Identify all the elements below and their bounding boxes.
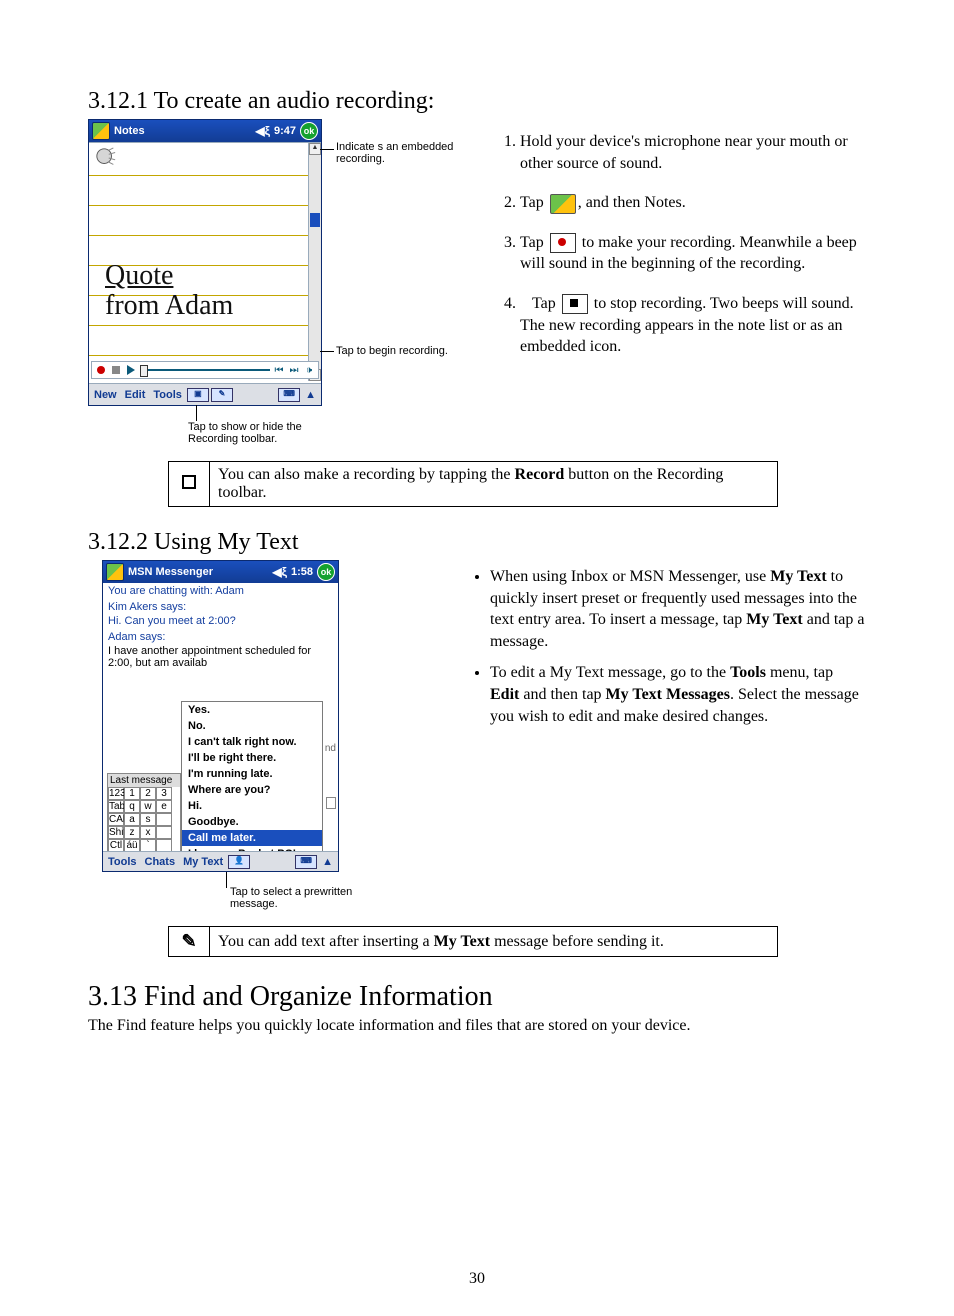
scrollbar-vertical[interactable]: ▲ ▼ xyxy=(308,143,321,381)
steps-list-3-12-1: Hold your device's microphone near your … xyxy=(498,131,866,358)
embedded-recording-icon[interactable] xyxy=(95,147,117,169)
record-button[interactable] xyxy=(95,364,107,376)
bullets-3-12-2: When using Inbox or MSN Messenger, use M… xyxy=(468,566,866,727)
page-number: 30 xyxy=(0,1270,954,1288)
mytext-option[interactable]: Yes. xyxy=(182,702,322,718)
start-icon-inline xyxy=(550,194,576,214)
callout-embedded: Indicate s an embedded recording. xyxy=(336,141,454,165)
adam-says-label: Adam says: xyxy=(103,629,338,645)
pencil-icon: ✎ xyxy=(181,931,196,951)
heading-3-12-2: 3.12.2 Using My Text xyxy=(88,529,866,556)
keyboard-icon[interactable]: ⌨ xyxy=(278,388,300,402)
stop-icon xyxy=(182,475,196,489)
record-icon-inline xyxy=(550,233,576,253)
speaker-icon[interactable]: ◀ξ xyxy=(272,565,287,579)
last-message-label: Last message xyxy=(108,774,180,787)
rewind-button[interactable]: ⏮ xyxy=(273,364,285,376)
recording-toolbar: ⏮ ⏭ 🕩 xyxy=(91,361,319,379)
notes-canvas[interactable]: Quote from Adam ▲ ▼ xyxy=(89,142,321,381)
adam-msg: I have another appointment scheduled for… xyxy=(103,645,338,671)
menu-new[interactable]: New xyxy=(91,389,120,401)
kb-row-2[interactable]: Tabqwe xyxy=(108,800,180,813)
recording-toolbar-toggle-icon[interactable]: ▣ xyxy=(187,388,209,402)
step-3: Tap to make your recording. Meanwhile a … xyxy=(520,232,866,275)
bullet-2: To edit a My Text message, go to the Too… xyxy=(490,662,866,727)
bullet-1: When using Inbox or MSN Messenger, use M… xyxy=(490,566,866,652)
buddy-icon[interactable]: 👤 xyxy=(228,855,250,869)
callout-tap-show: Tap to show or hide the Recording toolba… xyxy=(188,421,318,445)
keyboard-icon[interactable]: ⌨ xyxy=(295,855,317,869)
stop-icon-inline xyxy=(562,294,588,314)
step-2: Tap , and then Notes. xyxy=(520,192,866,214)
mytext-popup[interactable]: Yes. No. I can't talk right now. I'll be… xyxy=(181,701,323,863)
msn-figure: MSN Messenger ◀ξ 1:58 ok You are chattin… xyxy=(88,560,428,920)
scroll-handle-icon[interactable] xyxy=(326,797,336,809)
msn-menubar: Tools Chats My Text 👤 ⌨ ▲ xyxy=(103,851,338,871)
ok-button[interactable]: ok xyxy=(300,122,318,140)
menu-tools[interactable]: Tools xyxy=(150,389,185,401)
body-3-13: The Find feature helps you quickly locat… xyxy=(88,1017,866,1035)
keyboard-fragment[interactable]: Last message 123123 Tabqwe CAPas Shiftzx… xyxy=(107,773,181,853)
speaker-icon[interactable]: ◀ξ xyxy=(255,124,270,138)
kb-row-1[interactable]: 123123 xyxy=(108,787,180,800)
kb-row-3[interactable]: CAPas xyxy=(108,813,180,826)
menu-chats[interactable]: Chats xyxy=(142,856,179,868)
start-icon[interactable] xyxy=(92,122,110,140)
step-1: Hold your device's microphone near your … xyxy=(520,131,866,174)
mytext-option[interactable]: Where are you? xyxy=(182,782,322,798)
callout-select-prewritten: Tap to select a prewritten message. xyxy=(230,886,360,910)
kim-says-label: Kim Akers says: xyxy=(103,599,338,615)
kim-msg: Hi. Can you meet at 2:00? xyxy=(103,615,338,629)
volume-button[interactable]: 🕩 xyxy=(303,364,315,376)
kb-row-4[interactable]: Shiftzx xyxy=(108,826,180,839)
menu-tools[interactable]: Tools xyxy=(105,856,140,868)
nd-fragment: nd xyxy=(325,743,336,754)
msn-titlebar: MSN Messenger ◀ξ 1:58 ok xyxy=(103,561,338,583)
caret-up-icon[interactable]: ▲ xyxy=(319,856,336,868)
play-button[interactable] xyxy=(125,364,137,376)
step-4: Tap to stop recording. Two beeps will so… xyxy=(520,293,866,358)
notes-device: Notes ◀ξ 9:47 ok xyxy=(88,119,322,406)
stop-button[interactable] xyxy=(110,364,122,376)
clock: 1:58 xyxy=(291,566,313,578)
note-box-3-12-1: You can also make a recording by tapping… xyxy=(168,461,778,507)
menu-mytext[interactable]: My Text xyxy=(180,856,226,868)
chat-body: You are chatting with: Adam Kim Akers sa… xyxy=(103,583,338,849)
msn-device: MSN Messenger ◀ξ 1:58 ok You are chattin… xyxy=(102,560,339,872)
menu-edit[interactable]: Edit xyxy=(122,389,149,401)
note-box-3-12-2: ✎ You can add text after inserting a My … xyxy=(168,926,778,957)
mytext-option[interactable]: I can't talk right now. xyxy=(182,734,322,750)
notes-title: Notes xyxy=(114,125,145,137)
callout-tap-begin: Tap to begin recording. xyxy=(336,345,448,357)
notes-titlebar: Notes ◀ξ 9:47 ok xyxy=(89,120,321,142)
mytext-option[interactable]: I'm running late. xyxy=(182,766,322,782)
ok-button[interactable]: ok xyxy=(317,563,335,581)
start-icon[interactable] xyxy=(106,563,124,581)
pen-icon[interactable]: ✎ xyxy=(211,388,233,402)
mytext-option[interactable]: Goodbye. xyxy=(182,814,322,830)
seek-slider[interactable] xyxy=(140,369,270,371)
msn-title: MSN Messenger xyxy=(128,566,213,578)
mytext-option-selected[interactable]: Call me later. xyxy=(182,830,322,846)
mytext-option[interactable]: No. xyxy=(182,718,322,734)
caret-up-icon[interactable]: ▲ xyxy=(302,389,319,401)
handwriting: Quote from Adam xyxy=(105,261,303,321)
forward-button[interactable]: ⏭ xyxy=(288,364,300,376)
chat-header: You are chatting with: Adam xyxy=(103,583,338,599)
heading-3-13: 3.13 Find and Organize Information xyxy=(88,981,866,1013)
notes-menubar: New Edit Tools ▣ ✎ ⌨ ▲ xyxy=(89,383,321,405)
mytext-option[interactable]: Hi. xyxy=(182,798,322,814)
notes-figure: Notes ◀ξ 9:47 ok xyxy=(88,119,458,449)
heading-3-12-1: 3.12.1 To create an audio recording: xyxy=(88,88,866,115)
clock: 9:47 xyxy=(274,125,296,137)
mytext-option[interactable]: I'll be right there. xyxy=(182,750,322,766)
